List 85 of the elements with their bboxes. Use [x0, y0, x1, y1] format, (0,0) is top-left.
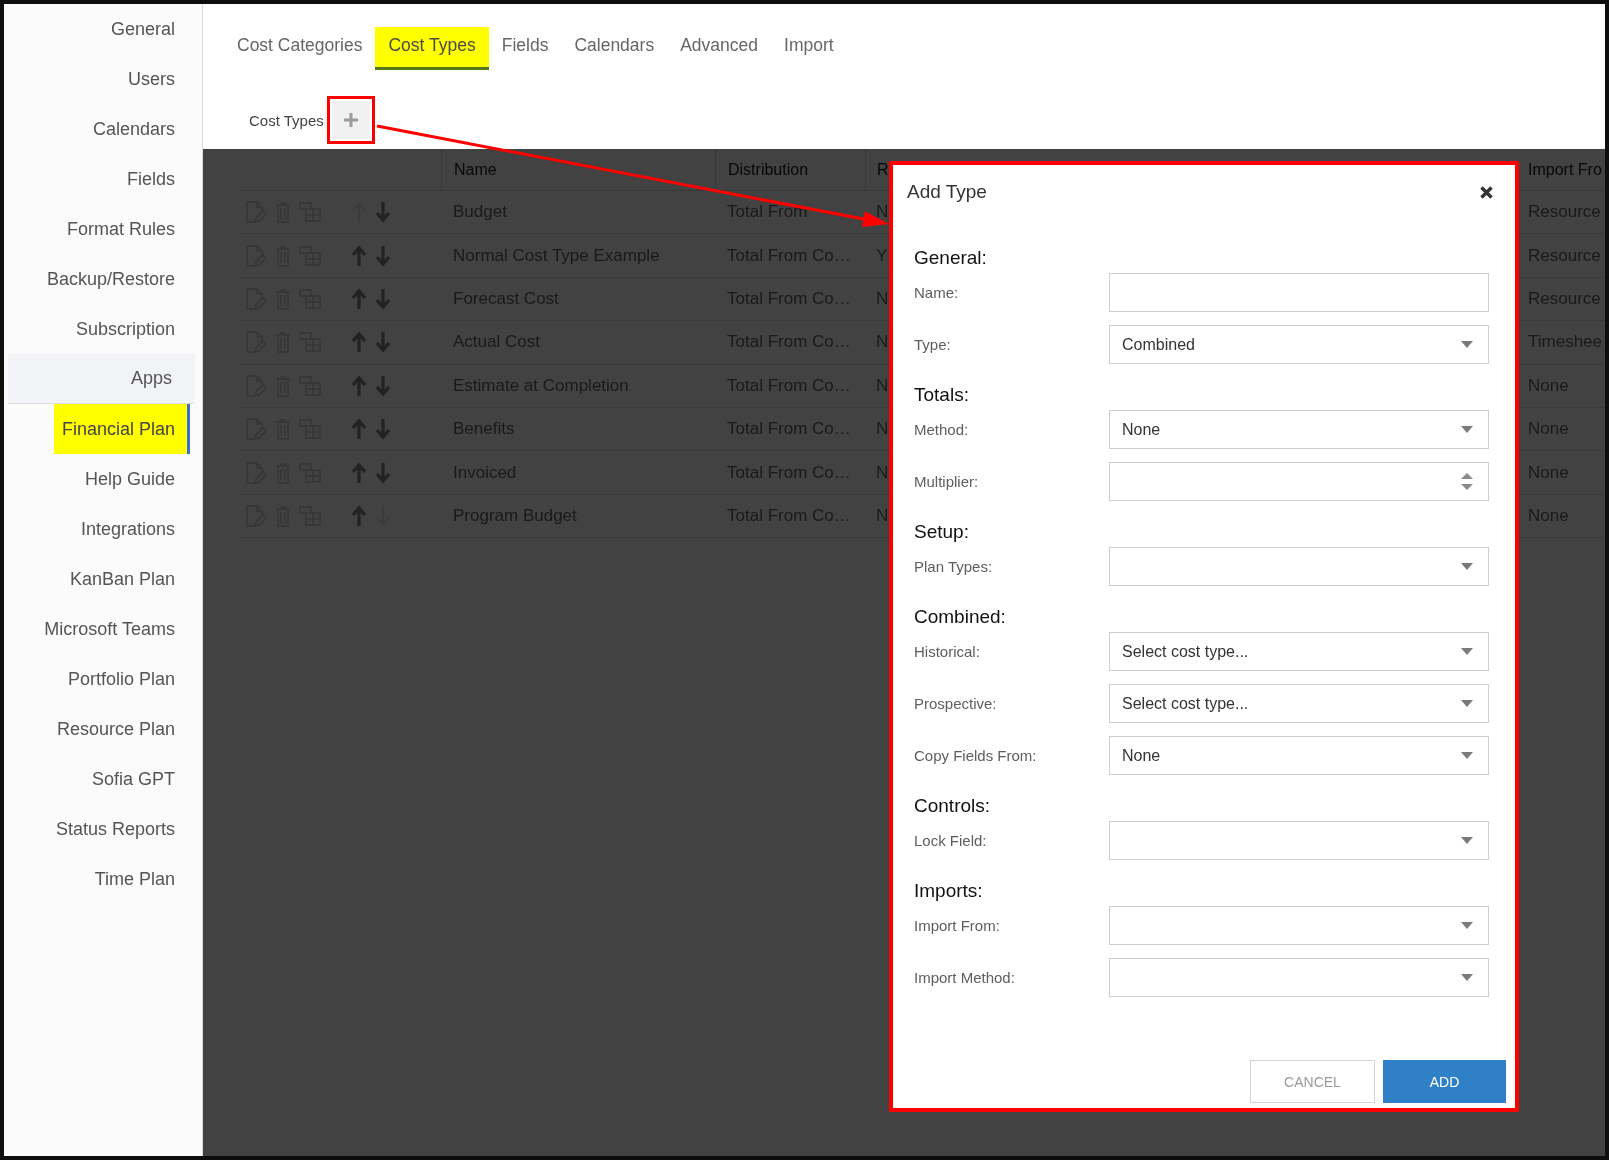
sidebar-item[interactable]: Resource Plan: [48, 704, 190, 754]
down-arrow-icon[interactable]: [375, 201, 391, 224]
up-arrow-icon[interactable]: [351, 374, 367, 397]
caret-icon: [1461, 922, 1473, 929]
number-field[interactable]: [1109, 462, 1489, 501]
tab[interactable]: Cost Categories: [224, 27, 376, 70]
tab[interactable]: Import: [771, 27, 847, 70]
up-arrow-icon[interactable]: [351, 418, 367, 441]
add-button[interactable]: [326, 96, 375, 144]
up-arrow-icon[interactable]: [351, 461, 367, 484]
field-label: Lock Field:: [914, 832, 988, 849]
field-label: Import From:: [914, 917, 1001, 934]
sidebar-item[interactable]: Users: [120, 54, 190, 104]
caret-icon: [1461, 974, 1473, 981]
caret-icon: [1461, 426, 1473, 433]
sidebar-item[interactable]: Time Plan: [86, 854, 190, 904]
caret-icon: [1461, 648, 1473, 655]
section-heading: Controls:: [914, 793, 992, 818]
dropdown[interactable]: None: [1109, 410, 1489, 449]
tab[interactable]: Cost Types: [375, 27, 489, 70]
down-arrow-icon[interactable]: [375, 244, 391, 267]
field-label: Type:: [914, 336, 952, 353]
field-label: Plan Types:: [914, 558, 994, 575]
sidebar-item[interactable]: General: [102, 4, 190, 54]
dropdown[interactable]: [1109, 906, 1489, 945]
section-heading: Imports:: [914, 878, 984, 903]
add-button[interactable]: ADD: [1383, 1060, 1506, 1103]
close-icon[interactable]: [1480, 185, 1493, 199]
field-label: Historical:: [914, 643, 981, 660]
spinner-icon[interactable]: [1461, 473, 1473, 490]
sidebar-item[interactable]: Integrations: [72, 504, 190, 554]
caret-icon: [1461, 837, 1473, 844]
dropdown[interactable]: Select cost type...: [1109, 632, 1489, 671]
sidebar-item[interactable]: Calendars: [84, 104, 190, 154]
sidebar-item[interactable]: Backup/Restore: [38, 254, 190, 304]
caret-icon: [1461, 563, 1473, 570]
sidebar-item[interactable]: Portfolio Plan: [59, 654, 190, 704]
field-label: Multiplier:: [914, 473, 980, 490]
caret-icon: [1461, 700, 1473, 707]
down-arrow-icon[interactable]: [375, 461, 391, 484]
dropdown[interactable]: [1109, 958, 1489, 997]
caret-icon: [1461, 341, 1473, 348]
tab[interactable]: Calendars: [561, 27, 668, 70]
sidebar-item[interactable]: Format Rules: [58, 204, 190, 254]
sidebar-group[interactable]: Apps: [8, 354, 195, 404]
section-label: Cost Types: [249, 111, 324, 129]
section-heading: General:: [914, 245, 988, 270]
column-header: Name: [441, 149, 715, 190]
dialog-title: Add Type: [907, 181, 987, 203]
down-arrow-icon[interactable]: [375, 287, 391, 310]
plus-icon: [342, 112, 359, 128]
field-label: Copy Fields From:: [914, 747, 1038, 764]
dropdown[interactable]: [1109, 547, 1489, 586]
field-label: Name:: [914, 284, 960, 301]
field-label: Prospective:: [914, 695, 998, 712]
text-field[interactable]: [1109, 273, 1489, 312]
dropdown[interactable]: Combined: [1109, 325, 1489, 364]
up-arrow-icon[interactable]: [351, 331, 367, 354]
up-arrow-icon[interactable]: [351, 244, 367, 267]
sidebar-item[interactable]: Sofia GPT: [83, 754, 190, 804]
section-heading: Combined:: [914, 604, 1007, 629]
field-label: Import Method:: [914, 969, 1016, 986]
sidebar-item[interactable]: KanBan Plan: [61, 554, 190, 604]
sidebar-item[interactable]: Help Guide: [76, 454, 190, 504]
dropdown[interactable]: None: [1109, 736, 1489, 775]
column-header: Distribution: [715, 149, 865, 190]
section-heading: Setup:: [914, 519, 970, 544]
down-arrow-icon[interactable]: [375, 374, 391, 397]
tab[interactable]: Fields: [488, 27, 562, 70]
sidebar-item[interactable]: Financial Plan: [53, 404, 190, 454]
sidebar-item[interactable]: Fields: [119, 154, 190, 204]
caret-icon: [1461, 752, 1473, 759]
tab[interactable]: Advanced: [667, 27, 771, 70]
section-heading: Totals:: [914, 382, 970, 407]
dropdown[interactable]: [1109, 821, 1489, 860]
field-label: Method:: [914, 421, 970, 438]
dropdown[interactable]: Select cost type...: [1109, 684, 1489, 723]
sidebar-item[interactable]: Status Reports: [47, 804, 190, 854]
down-arrow-icon[interactable]: [375, 331, 391, 354]
up-arrow-icon[interactable]: [351, 287, 367, 310]
down-arrow-icon[interactable]: [375, 418, 391, 441]
sidebar-item[interactable]: Subscription: [67, 304, 190, 354]
sidebar-item[interactable]: Microsoft Teams: [36, 604, 190, 654]
up-arrow-icon[interactable]: [351, 504, 367, 527]
column-header: Import Fro: [1527, 159, 1603, 180]
